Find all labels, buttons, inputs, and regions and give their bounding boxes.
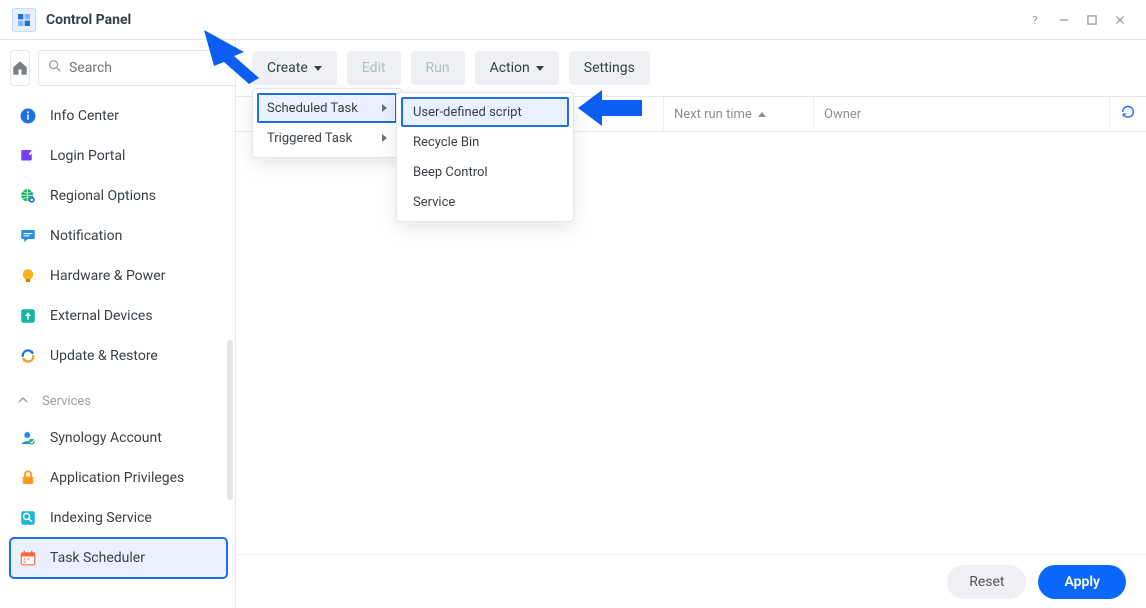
calendar-icon <box>18 548 38 568</box>
sidebar-item-hardware-power[interactable]: Hardware & Power <box>10 256 227 296</box>
button-label: Edit <box>362 60 386 76</box>
chevron-right-icon <box>382 104 387 112</box>
create-menu: Scheduled Task Triggered Task <box>252 88 402 158</box>
col-owner[interactable]: Owner <box>814 97 1110 131</box>
sidebar-item-regional-options[interactable]: Regional Options <box>10 176 227 216</box>
sidebar-item-label: Application Privileges <box>50 470 184 486</box>
menu-item-service[interactable]: Service <box>401 187 569 217</box>
sort-asc-icon <box>758 112 766 117</box>
menu-item-label: Triggered Task <box>267 131 352 146</box>
chat-icon <box>18 226 38 246</box>
button-label: Reset <box>969 574 1004 590</box>
sidebar-item-update-restore[interactable]: Update & Restore <box>10 336 227 376</box>
help-button[interactable]: ? <box>1022 6 1050 34</box>
sidebar-item-synology-account[interactable]: Synology Account <box>10 418 227 458</box>
sidebar: Info Center Login Portal Regional Option… <box>0 40 236 608</box>
sidebar-item-label: Login Portal <box>50 148 125 164</box>
caret-down-icon <box>536 66 544 71</box>
info-icon <box>18 106 38 126</box>
home-button[interactable] <box>10 50 30 86</box>
col-refresh[interactable] <box>1110 97 1146 131</box>
col-label: Owner <box>824 107 861 122</box>
menu-item-recycle-bin[interactable]: Recycle Bin <box>401 127 569 157</box>
upload-icon <box>18 306 38 326</box>
button-label: Create <box>267 60 308 76</box>
refresh-icon <box>18 346 38 366</box>
sidebar-item-label: Synology Account <box>50 430 162 446</box>
sidebar-scrollbar[interactable] <box>227 340 233 500</box>
sidebar-item-indexing-service[interactable]: Indexing Service <box>10 498 227 538</box>
apply-button[interactable]: Apply <box>1038 565 1126 599</box>
sidebar-item-label: External Devices <box>50 308 153 324</box>
button-label: Run <box>426 60 450 76</box>
sidebar-item-label: Indexing Service <box>50 510 152 526</box>
globe-icon <box>18 186 38 206</box>
close-button[interactable] <box>1106 6 1134 34</box>
sidebar-item-info-center[interactable]: Info Center <box>10 96 227 136</box>
settings-button[interactable]: Settings <box>569 51 650 85</box>
button-label: Apply <box>1064 574 1100 590</box>
col-next-run[interactable]: Next run time <box>664 97 814 131</box>
search-input[interactable] <box>69 60 236 76</box>
lock-icon <box>18 468 38 488</box>
menu-item-label: Recycle Bin <box>413 135 479 150</box>
content-area: Create Edit Run Action Settings Schedule… <box>236 40 1146 608</box>
menu-item-label: Scheduled Task <box>267 101 358 116</box>
sidebar-item-label: Info Center <box>50 108 119 124</box>
sidebar-item-label: Notification <box>50 228 122 244</box>
create-button[interactable]: Create <box>252 51 337 85</box>
window-title: Control Panel <box>46 12 131 28</box>
search-icon <box>47 58 69 78</box>
search-box[interactable] <box>38 50 236 86</box>
sidebar-item-label: Task Scheduler <box>50 550 145 566</box>
edit-button: Edit <box>347 51 401 85</box>
sidebar-item-application-privileges[interactable]: Application Privileges <box>10 458 227 498</box>
button-label: Settings <box>584 60 635 76</box>
task-grid <box>236 132 1146 554</box>
sidebar-item-login-portal[interactable]: Login Portal <box>10 136 227 176</box>
sidebar-item-notification[interactable]: Notification <box>10 216 227 256</box>
action-button[interactable]: Action <box>475 51 559 85</box>
button-label: Action <box>490 60 530 76</box>
footer: Reset Apply <box>236 554 1146 608</box>
menu-item-user-defined-script[interactable]: User-defined script <box>401 97 569 127</box>
app-icon <box>12 8 36 32</box>
account-icon <box>18 428 38 448</box>
chevron-right-icon <box>382 134 387 142</box>
titlebar: Control Panel ? <box>0 0 1146 40</box>
col-label: Next run time <box>674 107 752 122</box>
menu-item-label: User-defined script <box>413 105 522 120</box>
bulb-icon <box>18 266 38 286</box>
chevron-up-icon <box>18 394 28 409</box>
menu-item-scheduled-task[interactable]: Scheduled Task <box>257 93 397 123</box>
minimize-button[interactable] <box>1050 6 1078 34</box>
caret-down-icon <box>314 66 322 71</box>
index-icon <box>18 508 38 528</box>
sidebar-item-task-scheduler[interactable]: Task Scheduler <box>10 538 227 578</box>
svg-text:?: ? <box>1033 13 1038 26</box>
sidebar-item-external-devices[interactable]: External Devices <box>10 296 227 336</box>
menu-item-triggered-task[interactable]: Triggered Task <box>257 123 397 153</box>
menu-item-beep-control[interactable]: Beep Control <box>401 157 569 187</box>
sidebar-section-label: Services <box>42 394 91 409</box>
maximize-button[interactable] <box>1078 6 1106 34</box>
scheduled-task-submenu: User-defined script Recycle Bin Beep Con… <box>396 92 574 222</box>
menu-item-label: Service <box>413 195 455 210</box>
sidebar-section-services[interactable]: Services <box>10 384 227 418</box>
run-button: Run <box>411 51 465 85</box>
menu-item-label: Beep Control <box>413 165 488 180</box>
sidebar-item-label: Update & Restore <box>50 348 158 364</box>
portal-icon <box>18 146 38 166</box>
sidebar-item-label: Hardware & Power <box>50 268 165 284</box>
reset-button[interactable]: Reset <box>947 565 1026 599</box>
refresh-icon <box>1120 104 1136 124</box>
sidebar-item-label: Regional Options <box>50 188 156 204</box>
